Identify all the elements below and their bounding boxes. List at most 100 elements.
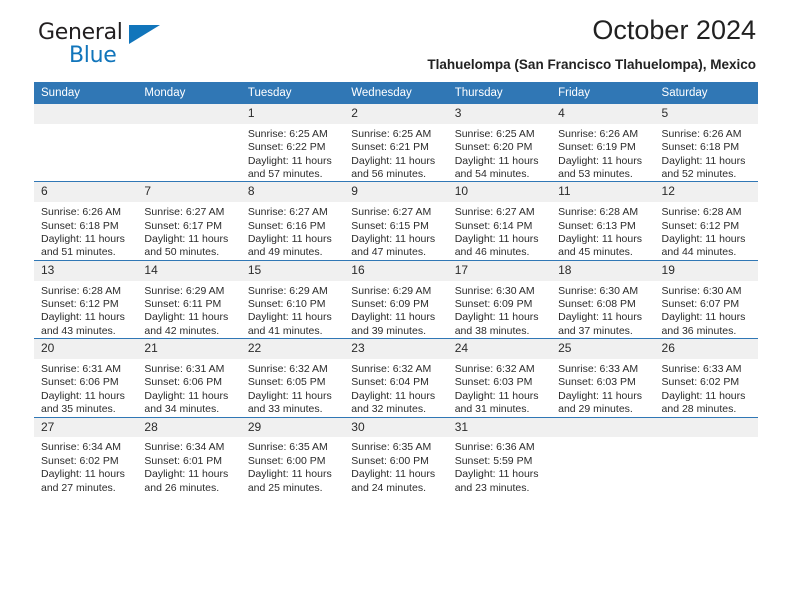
daylight-line-2: and 35 minutes. xyxy=(41,403,116,416)
day-details: Sunrise: 6:28 AM Sunset: 6:12 PM Dayligh… xyxy=(655,202,758,260)
day-cell[interactable]: 2 Sunrise: 6:25 AM Sunset: 6:21 PM Dayli… xyxy=(344,104,448,182)
sunset-line: Sunset: 6:14 PM xyxy=(454,219,533,232)
day-cell[interactable] xyxy=(137,104,241,182)
day-cell[interactable]: 11 Sunrise: 6:28 AM Sunset: 6:13 PM Dayl… xyxy=(551,181,655,261)
day-number: 27 xyxy=(34,417,138,438)
day-details: Sunrise: 6:27 AM Sunset: 6:17 PM Dayligh… xyxy=(137,202,240,260)
day-details: Sunrise: 6:31 AM Sunset: 6:06 PM Dayligh… xyxy=(137,359,240,417)
day-cell[interactable]: 31 Sunrise: 6:36 AM Sunset: 5:59 PM Dayl… xyxy=(447,416,552,496)
daylight-line-2: and 54 minutes. xyxy=(454,168,530,181)
day-cell[interactable]: 24 Sunrise: 6:32 AM Sunset: 6:03 PM Dayl… xyxy=(447,338,552,418)
daylight-line-2: and 57 minutes. xyxy=(247,168,323,181)
day-cell[interactable]: 17 Sunrise: 6:30 AM Sunset: 6:09 PM Dayl… xyxy=(447,259,552,339)
day-number: 30 xyxy=(344,417,448,438)
day-cell[interactable]: 15 Sunrise: 6:29 AM Sunset: 6:10 PM Dayl… xyxy=(240,259,345,339)
day-cell[interactable]: 28 Sunrise: 6:34 AM Sunset: 6:01 PM Dayl… xyxy=(137,416,241,496)
day-cell[interactable]: 22 Sunrise: 6:32 AM Sunset: 6:05 PM Dayl… xyxy=(240,338,345,418)
day-details: Sunrise: 6:34 AM Sunset: 6:01 PM Dayligh… xyxy=(137,437,240,495)
day-cell[interactable]: 16 Sunrise: 6:29 AM Sunset: 6:09 PM Dayl… xyxy=(344,259,448,339)
day-cell[interactable]: 1 Sunrise: 6:25 AM Sunset: 6:22 PM Dayli… xyxy=(240,104,345,182)
weekday-header-monday: Monday xyxy=(137,82,241,104)
day-cell[interactable]: 29 Sunrise: 6:35 AM Sunset: 6:00 PM Dayl… xyxy=(240,416,345,496)
daylight-line-2: and 45 minutes. xyxy=(558,246,633,259)
day-cell[interactable] xyxy=(654,416,758,496)
sunset-line: Sunset: 6:18 PM xyxy=(661,141,740,154)
daylight-line-2: and 27 minutes. xyxy=(41,481,116,494)
daylight-line-1: Daylight: 11 hours xyxy=(41,233,125,246)
daylight-line-1: Daylight: 11 hours xyxy=(558,233,642,246)
day-details: Sunrise: 6:33 AM Sunset: 6:02 PM Dayligh… xyxy=(655,359,758,417)
daylight-line-2: and 36 minutes. xyxy=(661,324,737,337)
day-details: Sunrise: 6:32 AM Sunset: 6:05 PM Dayligh… xyxy=(241,359,344,417)
day-number: 3 xyxy=(447,104,552,124)
day-cell[interactable]: 8 Sunrise: 6:27 AM Sunset: 6:16 PM Dayli… xyxy=(240,181,345,261)
day-details: Sunrise: 6:36 AM Sunset: 5:59 PM Dayligh… xyxy=(448,437,551,495)
day-details: Sunrise: 6:26 AM Sunset: 6:19 PM Dayligh… xyxy=(551,124,654,182)
day-cell[interactable]: 21 Sunrise: 6:31 AM Sunset: 6:06 PM Dayl… xyxy=(137,338,241,418)
sunset-line: Sunset: 6:01 PM xyxy=(144,454,223,467)
daylight-line-1: Daylight: 11 hours xyxy=(351,468,436,481)
daylight-line-1: Daylight: 11 hours xyxy=(661,311,746,324)
day-cell[interactable]: 9 Sunrise: 6:27 AM Sunset: 6:15 PM Dayli… xyxy=(344,181,448,261)
day-number: 7 xyxy=(137,182,241,203)
daylight-line-1: Daylight: 11 hours xyxy=(144,233,229,246)
day-cell[interactable]: 18 Sunrise: 6:30 AM Sunset: 6:08 PM Dayl… xyxy=(551,259,655,339)
day-cell[interactable]: 4 Sunrise: 6:26 AM Sunset: 6:19 PM Dayli… xyxy=(551,104,655,182)
daylight-line-1: Daylight: 11 hours xyxy=(247,389,332,402)
day-cell[interactable]: 23 Sunrise: 6:32 AM Sunset: 6:04 PM Dayl… xyxy=(344,338,448,418)
day-cell[interactable]: 10 Sunrise: 6:27 AM Sunset: 6:14 PM Dayl… xyxy=(447,181,552,261)
day-details: Sunrise: 6:25 AM Sunset: 6:21 PM Dayligh… xyxy=(344,124,447,182)
day-details: Sunrise: 6:26 AM Sunset: 6:18 PM Dayligh… xyxy=(34,202,137,260)
calendar-page: General Blue October 2024 Tlahuelompa (S… xyxy=(0,0,792,612)
day-cell[interactable]: 27 Sunrise: 6:34 AM Sunset: 6:02 PM Dayl… xyxy=(34,416,138,496)
day-number: 22 xyxy=(240,339,345,360)
sunrise-line: Sunrise: 6:26 AM xyxy=(661,127,742,140)
sunrise-line: Sunrise: 6:27 AM xyxy=(454,206,535,219)
day-details: Sunrise: 6:28 AM Sunset: 6:12 PM Dayligh… xyxy=(34,281,137,339)
sunset-line: Sunset: 6:12 PM xyxy=(661,219,740,232)
day-details: Sunrise: 6:25 AM Sunset: 6:20 PM Dayligh… xyxy=(448,124,551,182)
sunset-line: Sunset: 5:59 PM xyxy=(454,454,533,467)
daylight-line-1: Daylight: 11 hours xyxy=(558,154,642,167)
daylight-line-1: Daylight: 11 hours xyxy=(558,389,642,402)
sunset-line: Sunset: 6:18 PM xyxy=(41,219,119,232)
day-cell[interactable]: 20 Sunrise: 6:31 AM Sunset: 6:06 PM Dayl… xyxy=(34,338,138,418)
day-cell[interactable]: 13 Sunrise: 6:28 AM Sunset: 6:12 PM Dayl… xyxy=(34,259,138,339)
day-cell[interactable]: 30 Sunrise: 6:35 AM Sunset: 6:00 PM Dayl… xyxy=(344,416,448,496)
day-cell[interactable] xyxy=(34,104,138,182)
day-cell[interactable] xyxy=(551,416,655,496)
day-cell[interactable]: 14 Sunrise: 6:29 AM Sunset: 6:11 PM Dayl… xyxy=(137,259,241,339)
logo-text-blue: Blue xyxy=(69,43,117,68)
sunrise-line: Sunrise: 6:25 AM xyxy=(247,127,328,140)
day-number: 15 xyxy=(240,260,345,281)
day-number: 9 xyxy=(344,182,448,203)
sunrise-line: Sunrise: 6:34 AM xyxy=(41,441,121,454)
day-cell[interactable]: 6 Sunrise: 6:26 AM Sunset: 6:18 PM Dayli… xyxy=(34,181,138,261)
day-number xyxy=(137,104,241,124)
weekday-header-wednesday: Wednesday xyxy=(344,82,448,104)
daylight-line-2: and 42 minutes. xyxy=(144,324,220,337)
day-number xyxy=(34,104,138,124)
day-number: 20 xyxy=(34,339,138,360)
calendar-week-row: 6 Sunrise: 6:26 AM Sunset: 6:18 PM Dayli… xyxy=(34,181,758,261)
sunrise-line: Sunrise: 6:29 AM xyxy=(144,284,225,297)
daylight-line-1: Daylight: 11 hours xyxy=(454,468,539,481)
day-number: 18 xyxy=(551,260,655,281)
day-cell[interactable]: 25 Sunrise: 6:33 AM Sunset: 6:03 PM Dayl… xyxy=(551,338,655,418)
day-cell[interactable]: 12 Sunrise: 6:28 AM Sunset: 6:12 PM Dayl… xyxy=(654,181,758,261)
day-cell[interactable]: 19 Sunrise: 6:30 AM Sunset: 6:07 PM Dayl… xyxy=(654,259,758,339)
day-cell[interactable]: 26 Sunrise: 6:33 AM Sunset: 6:02 PM Dayl… xyxy=(654,338,758,418)
day-cell[interactable]: 7 Sunrise: 6:27 AM Sunset: 6:17 PM Dayli… xyxy=(137,181,241,261)
calendar-week-row: 20 Sunrise: 6:31 AM Sunset: 6:06 PM Dayl… xyxy=(34,338,758,418)
day-details: Sunrise: 6:33 AM Sunset: 6:03 PM Dayligh… xyxy=(551,359,654,417)
day-details: Sunrise: 6:35 AM Sunset: 6:00 PM Dayligh… xyxy=(344,437,447,495)
day-number: 13 xyxy=(34,260,138,281)
day-cell[interactable]: 3 Sunrise: 6:25 AM Sunset: 6:20 PM Dayli… xyxy=(447,104,552,182)
daylight-line-2: and 31 minutes. xyxy=(454,403,530,416)
day-cell[interactable]: 5 Sunrise: 6:26 AM Sunset: 6:18 PM Dayli… xyxy=(654,104,758,182)
daylight-line-1: Daylight: 11 hours xyxy=(454,154,539,167)
daylight-line-2: and 50 minutes. xyxy=(144,246,220,259)
daylight-line-1: Daylight: 11 hours xyxy=(144,311,229,324)
daylight-line-2: and 32 minutes. xyxy=(351,403,426,416)
daylight-line-1: Daylight: 11 hours xyxy=(661,233,746,246)
